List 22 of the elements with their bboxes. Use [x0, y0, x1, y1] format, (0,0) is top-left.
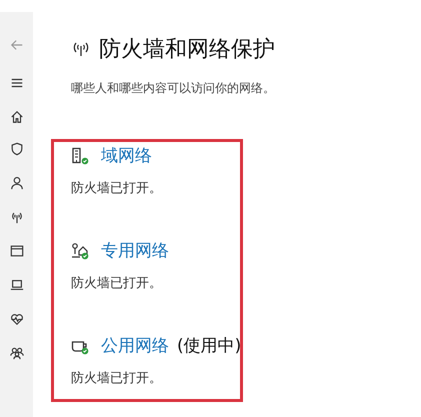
- firewall-status: 防火墙已打开。: [71, 370, 163, 387]
- menu-icon: [10, 76, 24, 90]
- antenna-icon: [71, 40, 91, 58]
- laptop-icon: [10, 278, 24, 292]
- home-network-icon: [71, 242, 89, 260]
- firewall-status: 防火墙已打开。: [71, 180, 163, 197]
- building-icon: [71, 146, 89, 164]
- network-link[interactable]: 专用网络: [101, 239, 169, 262]
- heart-pulse-icon: [10, 312, 24, 326]
- antenna-icon: [10, 210, 24, 224]
- firewall-status: 防火墙已打开。: [71, 275, 163, 292]
- network-link[interactable]: 公用网络: [101, 334, 169, 357]
- home-icon: [10, 110, 24, 124]
- back-arrow-icon: [10, 38, 24, 52]
- shield-icon: [10, 142, 24, 156]
- window-icon: [10, 244, 24, 258]
- network-link[interactable]: 域网络: [101, 144, 152, 167]
- in-use-label: (使用中): [177, 335, 242, 357]
- people-icon: [10, 346, 24, 360]
- page-subtitle: 哪些人和哪些内容可以访问你的网络。: [71, 80, 276, 97]
- page-title: 防火墙和网络保护: [99, 36, 275, 64]
- person-icon: [10, 176, 24, 190]
